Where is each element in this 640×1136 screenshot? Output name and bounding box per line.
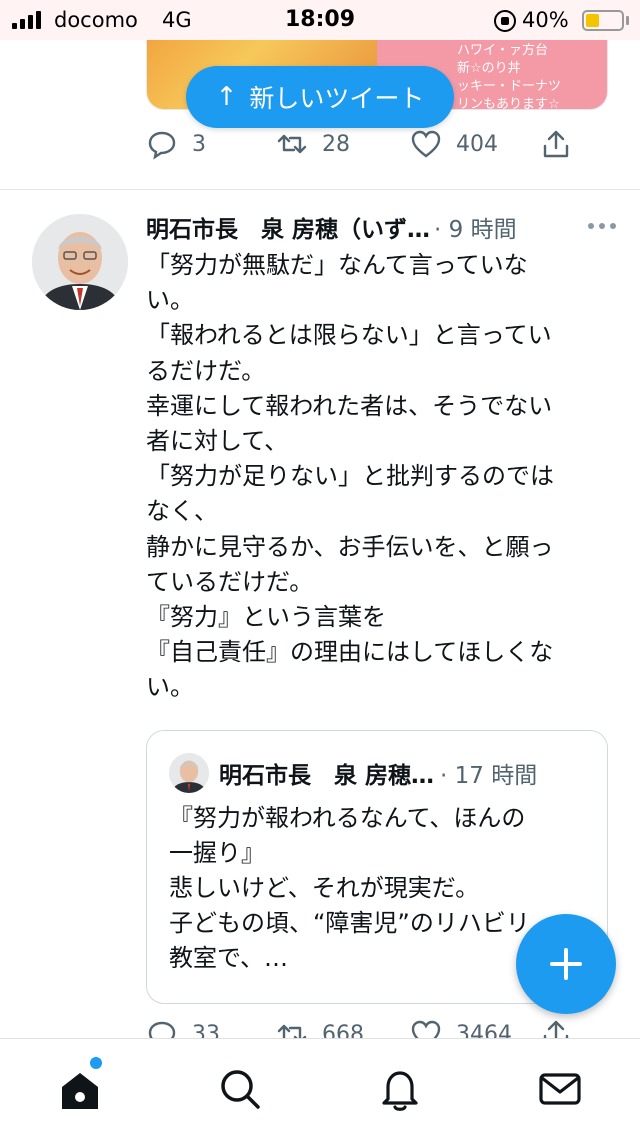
tweet-text-line: 『自己責任』の理由にはしてほしくな xyxy=(146,638,554,667)
search-icon xyxy=(221,1070,260,1109)
tweet-text-line: 「報われるとは限らない」と言ってい xyxy=(146,321,552,350)
avatar[interactable] xyxy=(32,214,128,310)
media-text-line: 新☆のり丼 xyxy=(457,61,521,76)
retweet-button[interactable]: 668 xyxy=(276,1018,364,1040)
author-name[interactable]: 明石市長 泉 房穂（いず… xyxy=(146,210,430,244)
tweet-actions: 33 668 3464 xyxy=(0,1016,640,1040)
quote-timestamp: · 17 時間 xyxy=(440,763,538,789)
tab-search[interactable] xyxy=(216,1065,264,1113)
media-text-line: リンもあります☆ xyxy=(457,97,560,110)
new-tweets-label: 新しいツイート xyxy=(249,84,425,113)
battery-percent: 40% xyxy=(522,8,569,32)
quote-avatar xyxy=(169,753,209,793)
tweet-text-line: 「努力が無駄だ」なんて言っていな xyxy=(146,251,528,279)
tab-home[interactable] xyxy=(56,1065,104,1113)
notifications-icon xyxy=(382,1071,418,1111)
share-icon xyxy=(543,1020,569,1040)
tweet-text-line: 者に対して、 xyxy=(146,427,289,456)
home-icon xyxy=(62,1073,98,1109)
divider xyxy=(0,189,640,190)
retweet-icon xyxy=(277,134,307,154)
tweet-text-line: 静かに見守るか、お手伝いを、と願っ xyxy=(146,532,554,561)
tweet-text-line: なく、 xyxy=(146,497,218,526)
quote-text-line: 一握り』 xyxy=(169,839,265,867)
tweet-text-line: ているだけだ。 xyxy=(146,567,314,596)
tweet-text-line: い。 xyxy=(146,286,194,315)
share-icon xyxy=(543,130,569,158)
tab-notifications[interactable] xyxy=(376,1065,424,1113)
tweet-text-line: 『努力』という言葉を xyxy=(146,603,386,632)
bottom-tab-bar xyxy=(0,1038,640,1136)
heart-icon xyxy=(411,130,441,158)
status-bar: docomo 4G 18:09 40% xyxy=(0,0,640,40)
messages-icon xyxy=(539,1073,581,1105)
tweet-body: 「努力が無駄だ」なんて言っていな い。 「報われるとは限らない」と言ってい るだ… xyxy=(146,248,606,706)
quote-author-name: 明石市長 泉 房穂… xyxy=(219,763,435,789)
battery-icon xyxy=(582,10,624,31)
reply-icon xyxy=(148,131,176,160)
retweet-icon xyxy=(277,1024,307,1040)
compose-tweet-button[interactable] xyxy=(516,914,616,1014)
like-button[interactable]: 404 xyxy=(410,128,498,160)
reply-button[interactable]: 3 xyxy=(146,128,206,160)
reply-button[interactable]: 33 xyxy=(146,1018,220,1040)
tweet-text-line: 幸運にして報われた者は、そうでない xyxy=(146,391,553,420)
reply-count: 3 xyxy=(192,131,206,157)
more-options-icon[interactable] xyxy=(588,214,624,238)
new-tweets-button[interactable]: ↑ 新しいツイート xyxy=(186,66,454,128)
arrow-up-icon: ↑ xyxy=(215,82,238,112)
share-button[interactable] xyxy=(540,1018,572,1040)
like-count: 404 xyxy=(456,131,498,157)
retweet-button[interactable]: 28 xyxy=(276,128,350,160)
media-text-line: ハワイ・ァ方台 xyxy=(457,43,549,58)
tweet-text-line: るだけだ。 xyxy=(146,356,266,385)
share-button[interactable] xyxy=(540,128,572,160)
rotation-lock-icon xyxy=(494,10,516,32)
retweet-count: 28 xyxy=(322,131,350,157)
tab-messages[interactable] xyxy=(536,1065,584,1113)
like-button[interactable]: 3464 xyxy=(410,1018,512,1040)
quote-text-line: 『努力が報われるなんて、ほんの xyxy=(169,804,526,832)
new-content-indicator xyxy=(90,1057,102,1069)
media-text-line: ッキー・ドーナツ xyxy=(457,79,562,94)
tweet-text-line: い。 xyxy=(146,673,194,702)
reply-icon xyxy=(148,1021,176,1040)
quote-header: 明石市長 泉 房穂… · 17 時間 xyxy=(219,755,537,791)
heart-icon xyxy=(411,1020,441,1040)
quote-text-line: 悲しいけど、それが現実だ。 xyxy=(169,874,480,902)
tweet-text-line: 「努力が足りない」と批判するのでは xyxy=(146,462,554,491)
tweet-header: 明石市長 泉 房穂（いず… · 9 時間 xyxy=(146,210,616,244)
tweet-timestamp[interactable]: · 9 時間 xyxy=(434,210,517,244)
